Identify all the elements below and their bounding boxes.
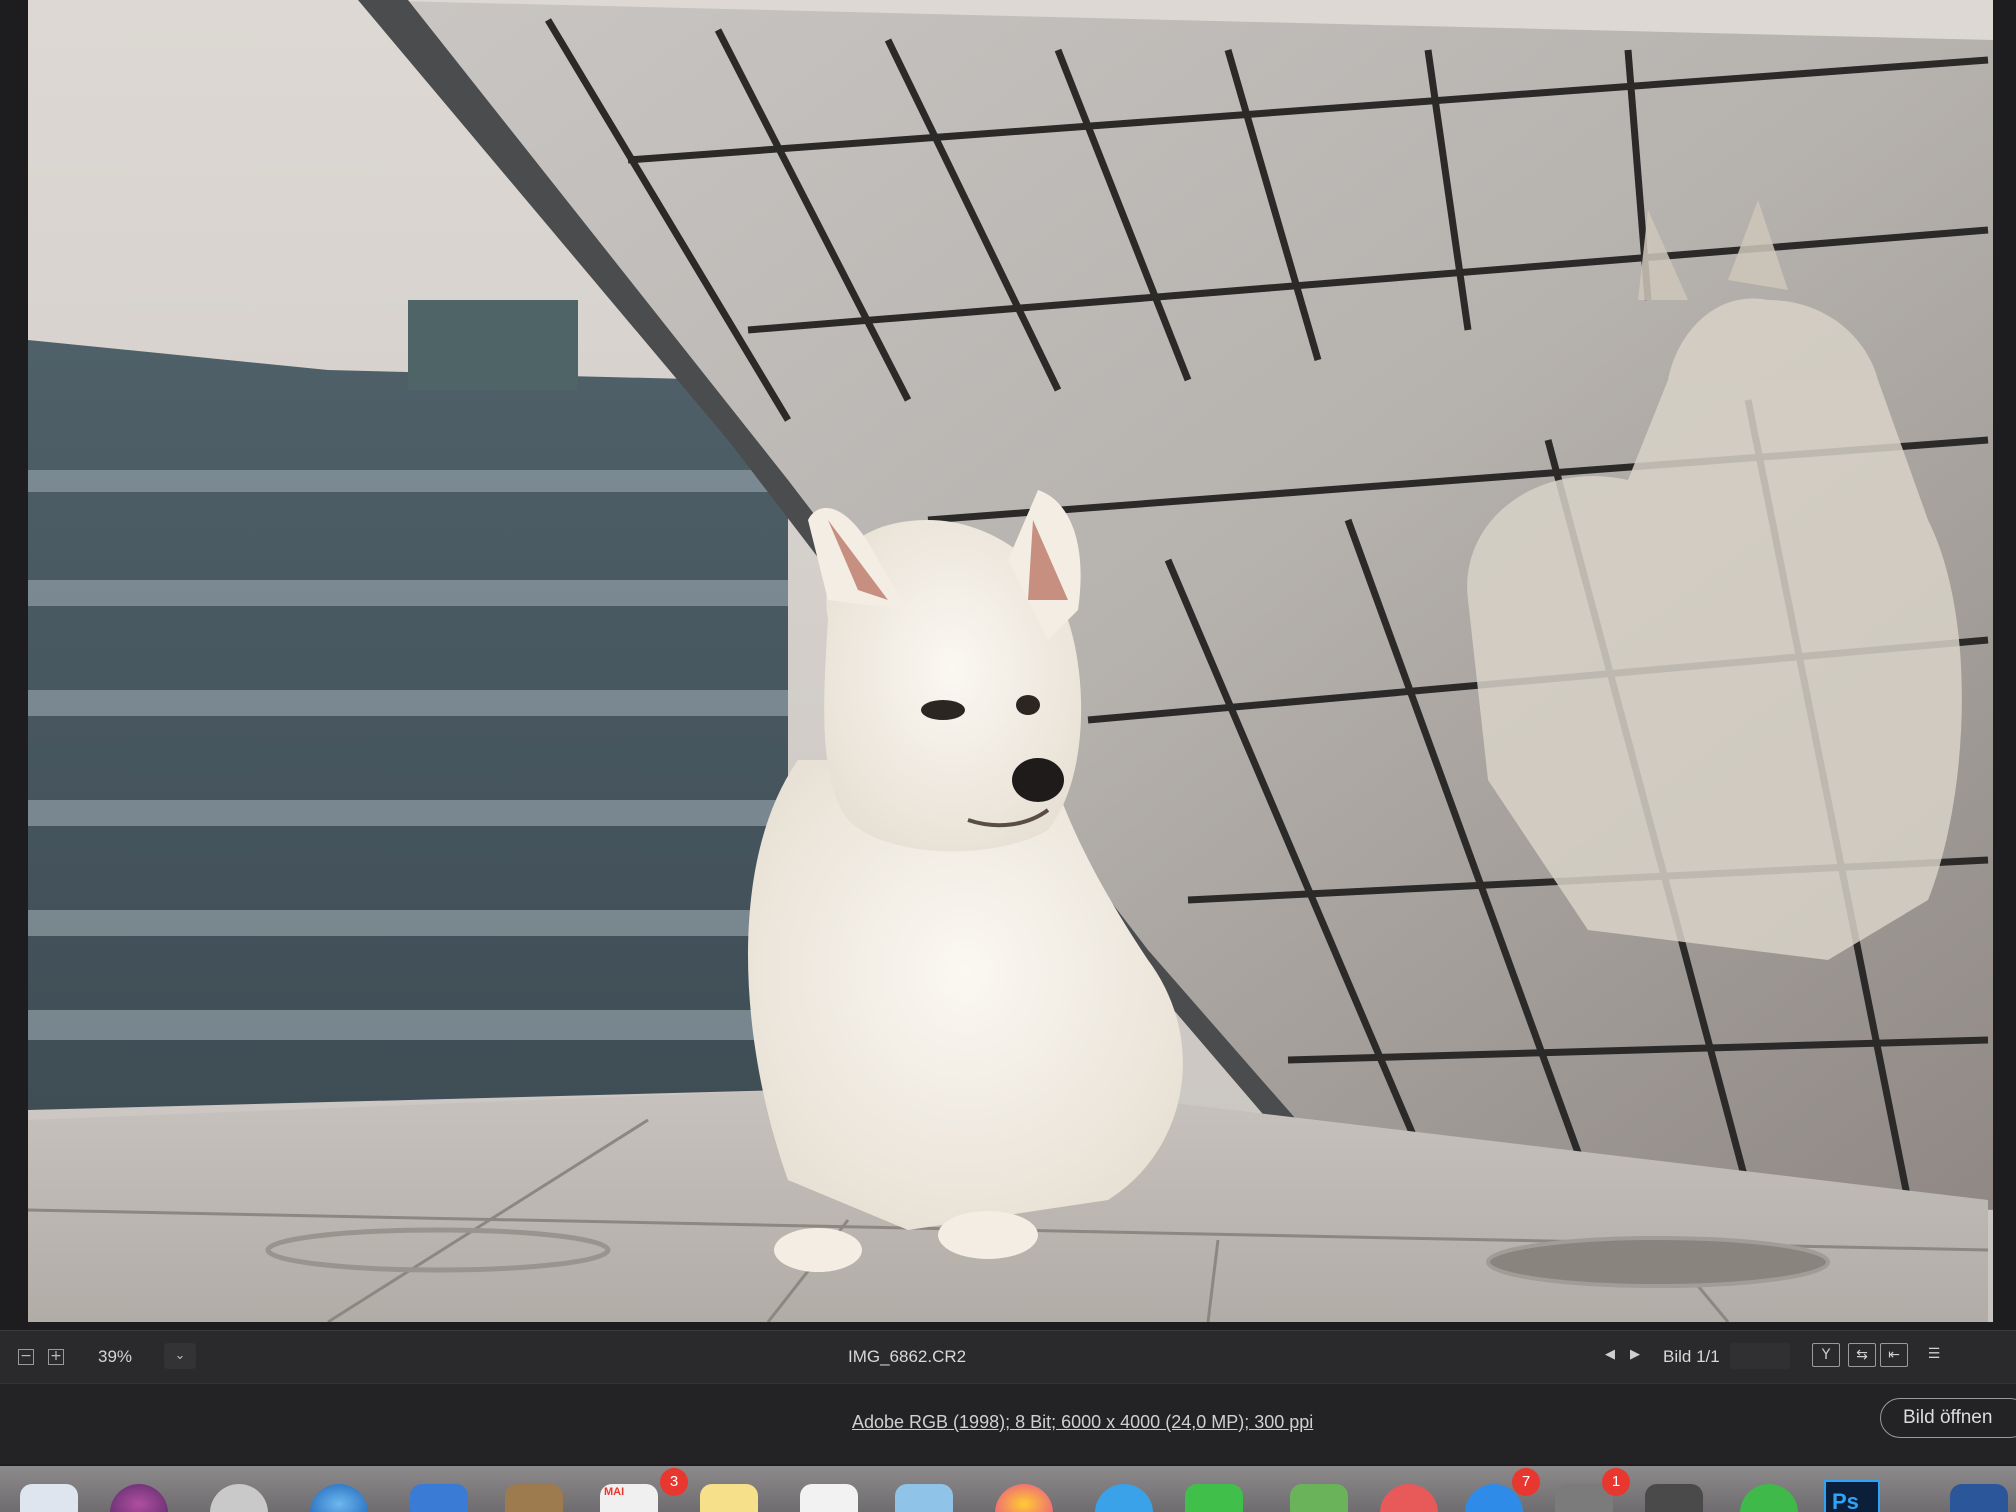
filter-icon: Y bbox=[1821, 1347, 1831, 1363]
chevron-left-icon: ◀ bbox=[1605, 1347, 1615, 1362]
image-counter-field[interactable] bbox=[1730, 1343, 1790, 1369]
rotate-button[interactable]: ⇤ bbox=[1880, 1343, 1908, 1367]
compare-icon: ⇆ bbox=[1856, 1347, 1868, 1363]
chevron-down-icon: ⌄ bbox=[174, 1348, 186, 1363]
settings-sliders-icon: ☰ bbox=[1927, 1346, 1941, 1362]
appstore-badge: 1 bbox=[1602, 1468, 1630, 1496]
mail-app-icon[interactable] bbox=[410, 1484, 468, 1512]
music-icon[interactable] bbox=[1380, 1484, 1438, 1512]
zoom-in-button[interactable]: + bbox=[48, 1349, 64, 1365]
photos-icon[interactable] bbox=[995, 1484, 1053, 1512]
open-image-button[interactable]: Bild öffnen bbox=[1880, 1398, 2016, 1438]
image-metadata-link[interactable]: Adobe RGB (1998); 8 Bit; 6000 x 4000 (24… bbox=[852, 1412, 1313, 1433]
dock: MAI 3 7 1 Ps bbox=[0, 1466, 2016, 1512]
contacts-icon[interactable] bbox=[505, 1484, 563, 1512]
settings-button[interactable]: ☰ bbox=[1920, 1343, 1948, 1367]
messages-icon[interactable] bbox=[1095, 1484, 1153, 1512]
image-counter: Bild 1/1 bbox=[1663, 1347, 1720, 1366]
siri-icon[interactable] bbox=[110, 1484, 168, 1512]
zoom-out-button[interactable]: − bbox=[18, 1349, 34, 1365]
whatsapp-icon[interactable] bbox=[1740, 1484, 1798, 1512]
zoom-dropdown[interactable]: ⌄ bbox=[164, 1343, 196, 1369]
viewer-status-bar: − + 39% ⌄ IMG_6862.CR2 ◀ ▶ Bild 1/1 Y ⇆ … bbox=[0, 1330, 2016, 1383]
word-icon[interactable] bbox=[1950, 1484, 2008, 1512]
maps-icon[interactable] bbox=[895, 1484, 953, 1512]
finder-icon[interactable] bbox=[20, 1484, 78, 1512]
rotate-icon: ⇤ bbox=[1888, 1347, 1900, 1363]
filename-label: IMG_6862.CR2 bbox=[848, 1347, 967, 1366]
launchpad-icon[interactable] bbox=[210, 1484, 268, 1512]
photo-preview bbox=[28, 0, 1993, 1322]
reminders-icon[interactable] bbox=[800, 1484, 858, 1512]
camera-icon[interactable] bbox=[1645, 1484, 1703, 1512]
photoshop-icon[interactable]: Ps bbox=[1824, 1480, 1880, 1512]
chevron-right-icon: ▶ bbox=[1630, 1347, 1640, 1362]
safari-icon[interactable] bbox=[310, 1484, 368, 1512]
previous-image-button[interactable]: ◀ bbox=[1605, 1347, 1615, 1362]
filter-button[interactable]: Y bbox=[1812, 1343, 1840, 1367]
next-image-button[interactable]: ▶ bbox=[1630, 1347, 1640, 1362]
photo-viewer-screen: − + 39% ⌄ IMG_6862.CR2 ◀ ▶ Bild 1/1 Y ⇆ … bbox=[0, 0, 2016, 1512]
facetime-icon[interactable] bbox=[1185, 1484, 1243, 1512]
numbers-icon[interactable] bbox=[1290, 1484, 1348, 1512]
mail-badge: 7 bbox=[1512, 1468, 1540, 1496]
calendar-month-label: MAI bbox=[604, 1486, 625, 1498]
zoom-level: 39% bbox=[98, 1347, 133, 1366]
calendar-icon[interactable]: MAI bbox=[600, 1484, 658, 1512]
image-info-bar: Adobe RGB (1998); 8 Bit; 6000 x 4000 (24… bbox=[0, 1383, 2016, 1464]
compare-button[interactable]: ⇆ bbox=[1848, 1343, 1876, 1367]
dog-photo bbox=[28, 0, 1993, 1322]
notes-icon[interactable] bbox=[700, 1484, 758, 1512]
calendar-badge: 3 bbox=[660, 1468, 688, 1496]
